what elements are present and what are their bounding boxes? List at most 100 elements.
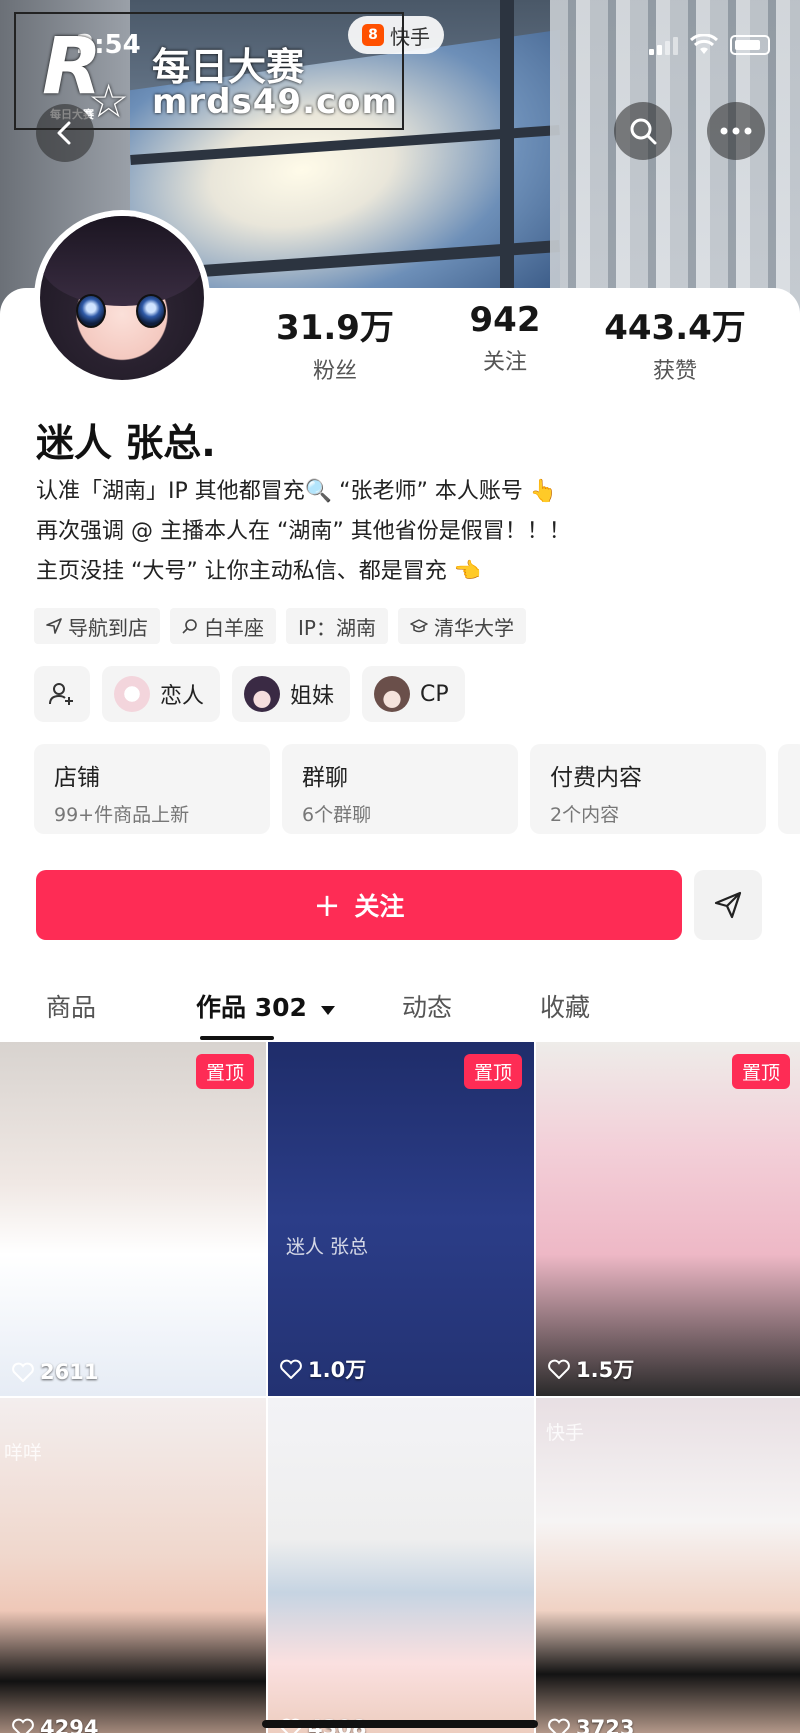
status-icons — [649, 34, 770, 56]
tag-navigation[interactable]: 导航到店 — [34, 608, 160, 644]
stat-label: 关注 — [482, 350, 527, 375]
relation-label: CP — [420, 681, 449, 707]
wifi-icon — [690, 34, 718, 54]
like-count-value: 4294 — [40, 1716, 99, 1733]
like-count-value: 1.5万 — [576, 1358, 635, 1382]
tab-works[interactable]: 作品 302 — [196, 988, 336, 1024]
work-thumbnail[interactable]: 置顶 1.5万 — [536, 1042, 800, 1396]
service-title: 群聊 — [302, 765, 348, 791]
tab-works-label: 作品 302 — [196, 993, 307, 1022]
tab-moments[interactable]: 动态 — [402, 988, 452, 1024]
tag-zodiac[interactable]: 白羊座 — [170, 608, 276, 644]
follow-label: 关注 — [354, 892, 405, 921]
more-dots-icon — [720, 127, 752, 135]
avatar[interactable] — [34, 210, 210, 386]
heart-icon — [548, 1359, 570, 1379]
like-count-value: 1.0万 — [308, 1358, 367, 1382]
pinned-badge: 置顶 — [463, 1054, 522, 1089]
profile-name: 迷人 张总. — [36, 421, 216, 465]
graduation-cap-icon — [410, 619, 428, 633]
relation-cp[interactable]: CP — [362, 666, 465, 722]
add-user-icon — [49, 683, 73, 705]
video-overlay-text: 迷人 张总 — [286, 1236, 369, 1258]
heart-icon — [280, 1359, 302, 1379]
service-paid-content[interactable]: 付费内容 2个内容 — [530, 744, 766, 834]
relation-lover[interactable]: 恋人 — [102, 666, 221, 722]
bio-line: 再次强调 @ 主播本人在 “湖南” 其他省份是假冒！！！ — [36, 519, 571, 544]
service-subtitle: 6个群聊 — [302, 804, 372, 826]
like-count: 1.5万 — [548, 1354, 634, 1384]
follow-button[interactable]: + 关注 — [36, 870, 682, 940]
tab-products[interactable]: 商品 — [46, 988, 96, 1024]
video-overlay-text: 咩咩 — [4, 1442, 43, 1464]
relation-label: 恋人 — [160, 684, 205, 709]
work-thumbnail[interactable]: 咩咩 4294 — [0, 1398, 266, 1733]
like-count: 1.0万 — [280, 1354, 366, 1384]
stat-value: 443.4万 — [604, 308, 746, 348]
share-button[interactable] — [694, 870, 762, 940]
stat-following[interactable]: 942 关注 — [420, 300, 590, 385]
services-row: 店铺 99+件商品上新 群聊 6个群聊 付费内容 2个内容 — [34, 744, 800, 834]
work-thumbnail[interactable]: 置顶 迷人 张总 1.0万 — [268, 1042, 534, 1396]
bio-line: 认准「湖南」IP 其他都冒充🔍 “张老师” 本人账号 👆 — [36, 479, 558, 504]
tag-label: IP：湖南 — [298, 615, 376, 640]
stat-value: 31.9万 — [276, 308, 394, 348]
tab-favorites[interactable]: 收藏 — [540, 988, 590, 1024]
home-indicator[interactable] — [262, 1720, 538, 1728]
content-tabs: 商品 作品 302 动态 收藏 — [0, 980, 800, 1040]
watermark-url: mrds49.com — [152, 82, 398, 122]
relation-avatar — [114, 676, 150, 712]
relationship-row: 恋人 姐妹 CP — [34, 666, 465, 722]
stat-likes[interactable]: 443.4万 获赞 — [590, 300, 760, 385]
tag-label: 白羊座 — [204, 615, 264, 640]
like-count-value: 3723 — [576, 1716, 635, 1733]
more-button[interactable] — [707, 102, 765, 160]
like-count-value: 2611 — [40, 1360, 99, 1384]
plus-icon: + — [313, 886, 341, 924]
stat-followers[interactable]: 31.9万 粉丝 — [250, 300, 420, 385]
service-subtitle: 2个内容 — [550, 804, 620, 826]
work-thumbnail[interactable]: 4308 — [268, 1398, 534, 1733]
avatar-image — [40, 216, 204, 380]
tag-ip-location: IP：湖南 — [286, 608, 388, 644]
back-arrow-icon — [57, 121, 71, 145]
search-icon — [630, 118, 657, 145]
heart-icon — [12, 1362, 34, 1382]
pinned-badge: 置顶 — [731, 1054, 790, 1089]
send-icon — [714, 891, 742, 919]
video-overlay-text: 快手 — [546, 1422, 585, 1444]
watermark-star-icon: ☆ — [88, 74, 130, 128]
search-button[interactable] — [614, 102, 672, 160]
works-grid: 置顶 2611 置顶 迷人 张总 1.0万 置顶 1.5万 咩咩 4294 43… — [0, 1042, 800, 1733]
service-shop[interactable]: 店铺 99+件商品上新 — [34, 744, 270, 834]
heart-icon — [12, 1718, 34, 1733]
tag-label: 导航到店 — [68, 615, 148, 640]
like-count: 2611 — [12, 1360, 98, 1384]
active-tab-indicator — [200, 1036, 274, 1040]
stat-value: 942 — [469, 300, 541, 340]
like-count: 4294 — [12, 1716, 98, 1733]
service-group-chat[interactable]: 群聊 6个群聊 — [282, 744, 518, 834]
service-subtitle: 99+件商品上新 — [54, 804, 190, 826]
relation-avatar — [374, 676, 411, 712]
caret-down-icon — [320, 1006, 335, 1015]
service-title: 店铺 — [54, 765, 100, 791]
tag-school[interactable]: 清华大学 — [397, 608, 526, 644]
profile-stats: 31.9万 粉丝 942 关注 443.4万 获赞 — [250, 300, 790, 385]
work-thumbnail[interactable]: 快手 3723 — [536, 1398, 800, 1733]
add-friend-button[interactable] — [34, 666, 90, 722]
profile-tags: 导航到店 白羊座 IP：湖南 清华大学 — [34, 608, 526, 644]
battery-icon — [730, 35, 770, 55]
relation-sister[interactable]: 姐妹 — [232, 666, 351, 722]
service-title: 付费内容 — [550, 765, 642, 791]
profile-bio: 认准「湖南」IP 其他都冒充🔍 “张老师” 本人账号 👆 再次强调 @ 主播本人… — [36, 472, 571, 592]
service-more-card[interactable] — [778, 744, 800, 834]
cellular-signal-icon — [649, 35, 678, 55]
work-thumbnail[interactable]: 置顶 2611 — [0, 1042, 266, 1396]
stat-label: 获赞 — [652, 359, 697, 384]
relation-label: 姐妹 — [290, 684, 335, 709]
pinned-badge: 置顶 — [195, 1054, 254, 1089]
bio-line: 主页没挂 “大号” 让你主动私信、都是冒充 👈 — [36, 559, 482, 584]
search-icon — [182, 619, 197, 634]
back-button[interactable] — [36, 104, 94, 162]
